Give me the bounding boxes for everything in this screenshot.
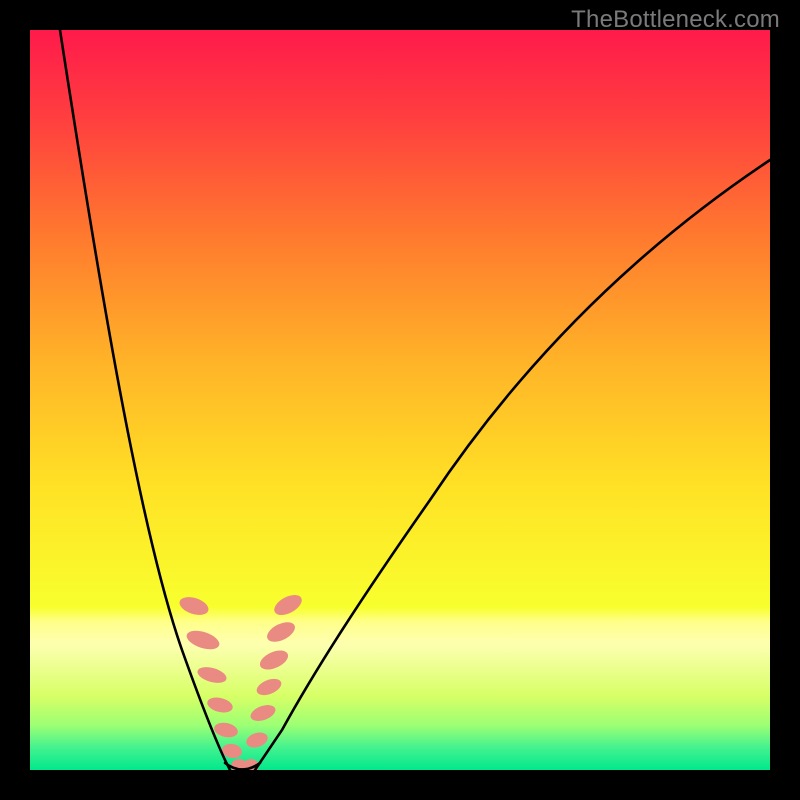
data-marker bbox=[206, 695, 235, 715]
curve-right bbox=[255, 160, 770, 770]
data-marker bbox=[196, 664, 229, 686]
data-marker bbox=[244, 730, 269, 750]
data-marker bbox=[264, 618, 298, 646]
data-marker bbox=[257, 647, 291, 674]
watermark-text: TheBottleneck.com bbox=[571, 6, 780, 34]
data-marker bbox=[271, 591, 305, 619]
chart-frame: TheBottleneck.com bbox=[0, 0, 800, 800]
data-marker bbox=[254, 676, 283, 699]
plot-area bbox=[30, 30, 770, 770]
data-marker bbox=[184, 627, 221, 653]
marker-group bbox=[177, 591, 305, 770]
curve-left bbox=[60, 30, 230, 770]
data-marker bbox=[248, 702, 277, 724]
data-marker bbox=[177, 594, 210, 618]
curve-layer bbox=[30, 30, 770, 770]
data-marker bbox=[213, 721, 239, 740]
